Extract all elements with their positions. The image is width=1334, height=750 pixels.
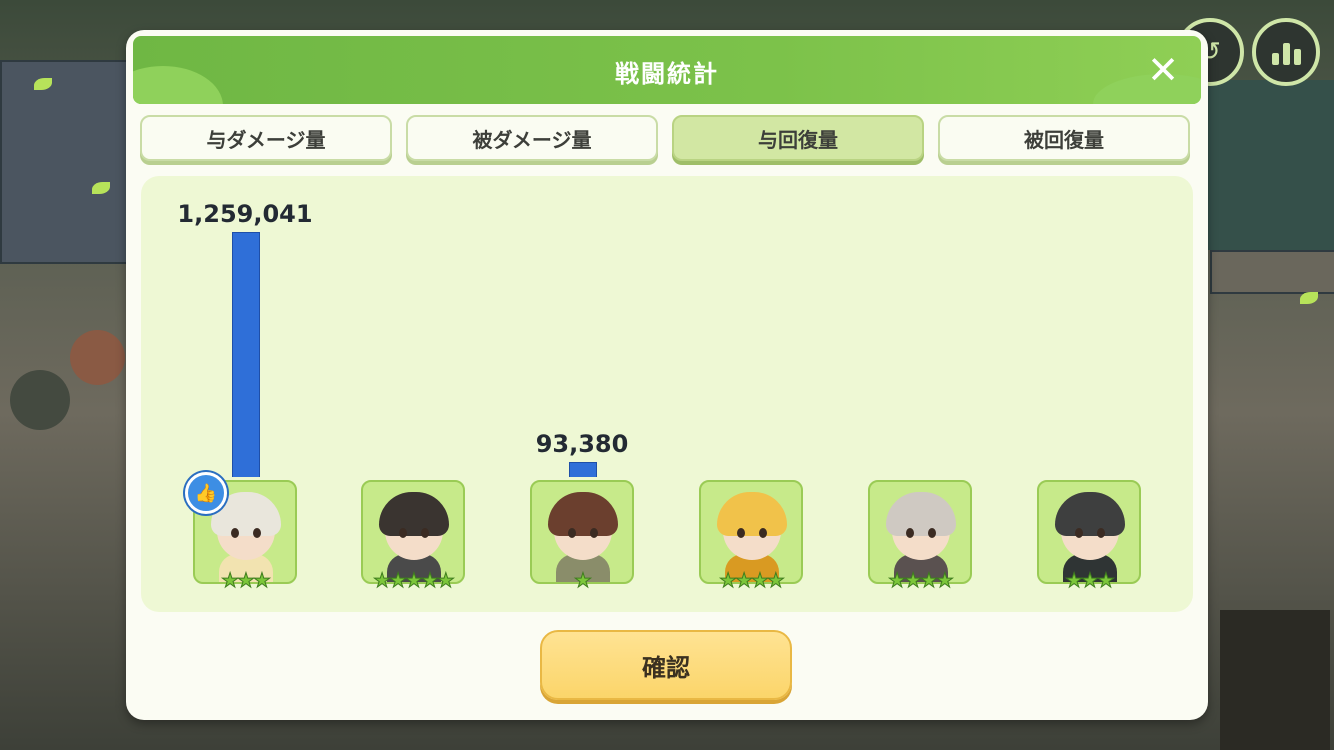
character-card[interactable]: ★★★ 👍 xyxy=(185,472,297,591)
character-hair xyxy=(548,492,618,536)
dialog-header: 戦闘統計 ✕ xyxy=(133,36,1201,104)
character-hair xyxy=(886,492,956,536)
tab-damage-taken[interactable]: 被ダメージ量 xyxy=(406,115,658,161)
background-character xyxy=(10,370,70,430)
confirm-button[interactable]: 確認 xyxy=(540,630,792,700)
bar xyxy=(569,461,597,482)
background-roof xyxy=(1200,80,1334,250)
leaf-particle xyxy=(1300,292,1318,304)
stat-tabs: 与ダメージ量 被ダメージ量 与回復量 被回復量 xyxy=(140,115,1194,167)
battle-stats-dialog: 戦闘統計 ✕ 与ダメージ量 被ダメージ量 与回復量 被回復量 1,259,041… xyxy=(126,30,1208,720)
background-character xyxy=(70,330,125,385)
close-icon: ✕ xyxy=(1147,48,1179,92)
background-house xyxy=(1210,250,1334,294)
character-eye xyxy=(399,528,407,538)
character-eye xyxy=(253,528,261,538)
star-rating: ★ xyxy=(574,568,593,592)
character-card[interactable]: ★★★★★ xyxy=(361,480,465,591)
dialog-title: 戦闘統計 xyxy=(615,60,719,88)
character-eye xyxy=(928,528,936,538)
star-rating: ★★★★ xyxy=(719,568,786,592)
bar-value-label: 1,259,041 xyxy=(177,200,313,228)
character-eye xyxy=(568,528,576,538)
background-house xyxy=(0,60,144,264)
character-eye xyxy=(231,528,239,538)
character-eye xyxy=(759,528,767,538)
character-hair xyxy=(717,492,787,536)
character-card[interactable]: ★★★★ xyxy=(868,480,972,591)
character-eye xyxy=(421,528,429,538)
tab-healing-done[interactable]: 与回復量 xyxy=(672,115,924,161)
star-rating: ★★★★★ xyxy=(373,568,456,592)
bar-value-label: 93,380 xyxy=(535,429,629,458)
character-hair xyxy=(1055,492,1125,536)
character-card[interactable]: ★★★ xyxy=(1037,480,1141,591)
character-card[interactable]: ★★★★ xyxy=(699,480,803,591)
bar xyxy=(232,232,260,482)
battle-stats-button[interactable] xyxy=(1252,18,1320,86)
tab-damage-dealt[interactable]: 与ダメージ量 xyxy=(140,115,392,161)
character-eye xyxy=(1097,528,1105,538)
character-card[interactable]: ★ xyxy=(530,480,634,591)
bar-chart-icon xyxy=(1271,39,1301,65)
stats-chart-panel: 1,259,041 ★★★ 👍 ★★★★★ 93,380 ★ ★★★★ ★★★★ ★★★ xyxy=(141,176,1193,612)
character-hair xyxy=(379,492,449,536)
close-button[interactable]: ✕ xyxy=(1145,51,1181,89)
star-rating: ★★★ xyxy=(221,568,272,592)
background-fence xyxy=(1220,610,1330,750)
tab-healing-received[interactable]: 被回復量 xyxy=(938,115,1190,161)
star-rating: ★★★ xyxy=(1065,568,1116,592)
mvp-badge-icon: 👍 xyxy=(185,472,227,514)
star-rating: ★★★★ xyxy=(888,568,955,592)
character-eye xyxy=(590,528,598,538)
character-eye xyxy=(906,528,914,538)
healing-bar-chart: 1,259,041 ★★★ 👍 ★★★★★ 93,380 ★ ★★★★ ★★★★ ★★★ xyxy=(141,176,1193,612)
character-eye xyxy=(737,528,745,538)
character-eye xyxy=(1075,528,1083,538)
